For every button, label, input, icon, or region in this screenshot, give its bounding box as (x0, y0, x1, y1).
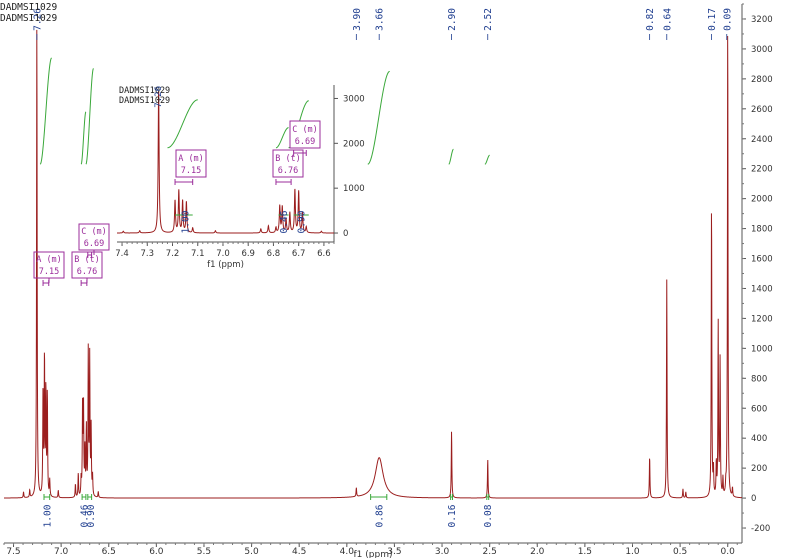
y-tick-label: 2000 (751, 195, 773, 205)
multiplet-a-shift: 7.15 (39, 267, 59, 277)
peak-shift-label: 0.09 (722, 8, 733, 31)
peak-shift-label: 3.90 (352, 8, 363, 31)
inset-x-tick-label: 6.7 (292, 249, 306, 259)
x-tick-label: 3.0 (435, 547, 450, 557)
x-tick-label: 6.5 (102, 547, 116, 557)
y-tick-label: 1400 (751, 284, 773, 294)
y-tick-label: 2200 (751, 165, 773, 175)
inset-multiplet-b-shift: 6.76 (278, 166, 298, 176)
y-tick-label: 2800 (751, 75, 773, 85)
y-tick-label: 2400 (751, 135, 773, 145)
x-tick-label: 1.5 (578, 547, 592, 557)
integral-value: 0.16 (447, 504, 458, 527)
y-tick-label: 1800 (751, 225, 773, 235)
y-tick-label: 1000 (751, 344, 773, 354)
sample-title-line-1: DADMSI1029 (0, 2, 57, 13)
inset-multiplet-a-shift: 7.15 (181, 166, 201, 176)
inset-integral-value: 0.46 (279, 210, 290, 233)
inset-multiplet-a-label: A (m) (178, 154, 204, 164)
inset-x-tick-label: 6.6 (317, 249, 331, 259)
multiplet-c-label: C (m) (81, 227, 107, 237)
inset-multiplet-c-shift: 6.69 (295, 137, 315, 147)
y-tick-label: 400 (751, 434, 767, 444)
integral-curve (39, 57, 52, 165)
x-tick-label: 0.0 (721, 547, 736, 557)
x-axis-label: f1 (ppm) (354, 550, 393, 558)
inset-peak-shift-label: 7.26 (154, 86, 164, 108)
peak-shift-label: 2.52 (483, 8, 494, 31)
x-tick-label: 6.0 (149, 547, 164, 557)
inset-integral-value: 1.00 (181, 210, 192, 233)
peak-shift-label: 0.17 (707, 8, 718, 31)
y-tick-label: 3200 (751, 15, 773, 25)
inset-multiplet-c-label: C (m) (292, 125, 318, 135)
inset-integral-value: 0.90 (297, 210, 308, 233)
multiplet-b-shift: 6.76 (77, 267, 97, 277)
inset-y-tick-label: 1000 (343, 184, 365, 194)
x-tick-label: 0.5 (673, 547, 687, 557)
multiplet-a-label: A (m) (36, 255, 62, 265)
inset-x-tick-label: 7.1 (191, 249, 205, 259)
y-tick-label: 800 (751, 374, 767, 384)
x-tick-label: 2.5 (482, 547, 496, 557)
inset-y-tick-label: 2000 (343, 139, 365, 149)
y-tick-label: 1200 (751, 314, 773, 324)
sample-title-line-2: DADMSI1029 (0, 13, 57, 24)
inset-zoom-chart: 7.4 7.3 7.2 7.1 7.0 6.9 6.8 6.7 6.6 f1 (ppm) 0 1000… (115, 85, 365, 270)
integral-curve (80, 111, 87, 165)
inset-x-tick-label: 7.0 (216, 249, 230, 259)
integral-curve (448, 148, 454, 165)
integral-value: 0.90 (86, 504, 97, 527)
inset-x-tick-label: 6.9 (241, 249, 255, 259)
x-tick-label: 5.0 (244, 547, 259, 557)
inset-x-tick-label: 7.4 (115, 249, 129, 259)
multiplet-c-shift: 6.69 (84, 239, 104, 249)
y-tick-label: -200 (751, 524, 770, 534)
peak-shift-label: 0.82 (645, 8, 656, 31)
integral-value: 0.08 (483, 504, 494, 527)
integral-curve (367, 70, 390, 165)
x-tick-label: 1.0 (625, 547, 640, 557)
y-tick-label: 200 (751, 464, 767, 474)
y-tick-label: 2600 (751, 105, 773, 115)
y-tick-label: 600 (751, 404, 767, 414)
inset-x-tick-label: 7.3 (141, 249, 155, 259)
inset-x-tick-label: 7.2 (166, 249, 180, 259)
x-tick-label: 2.0 (530, 547, 545, 557)
x-tick-label: 4.0 (340, 547, 355, 557)
integral-value: 1.00 (42, 504, 53, 527)
inset-x-tick-label: 6.8 (267, 249, 281, 259)
x-tick-label: 7.0 (54, 547, 69, 557)
nmr-spectrum-chart: 7.5 7.0 6.5 6.0 5.5 5.0 4.5 4.0 3.5 3.0 2.5 2.0 1.5 1… (0, 2, 773, 558)
x-tick-label: 5.5 (197, 547, 211, 557)
multiplet-b-label: B (t) (74, 255, 100, 265)
y-tick-label: 0 (751, 494, 756, 504)
peak-shift-label: 0.64 (662, 8, 673, 31)
integral-curve (484, 154, 490, 165)
inset-y-tick-label: 0 (343, 229, 348, 239)
inset-y-tick-label: 3000 (343, 94, 365, 104)
y-tick-label: 3000 (751, 45, 773, 55)
inset-x-axis-label: f1 (ppm) (207, 260, 244, 270)
y-tick-label: 1600 (751, 255, 773, 265)
x-tick-label: 7.5 (6, 547, 20, 557)
spectrum-line (4, 29, 743, 499)
inset-multiplet-b-label: B (t) (275, 154, 301, 164)
peak-shift-label: 3.66 (375, 8, 386, 31)
integral-curve (85, 68, 94, 165)
peak-shift-label: 2.90 (447, 8, 458, 31)
integral-value: 0.86 (375, 504, 386, 527)
x-tick-label: 4.5 (292, 547, 306, 557)
